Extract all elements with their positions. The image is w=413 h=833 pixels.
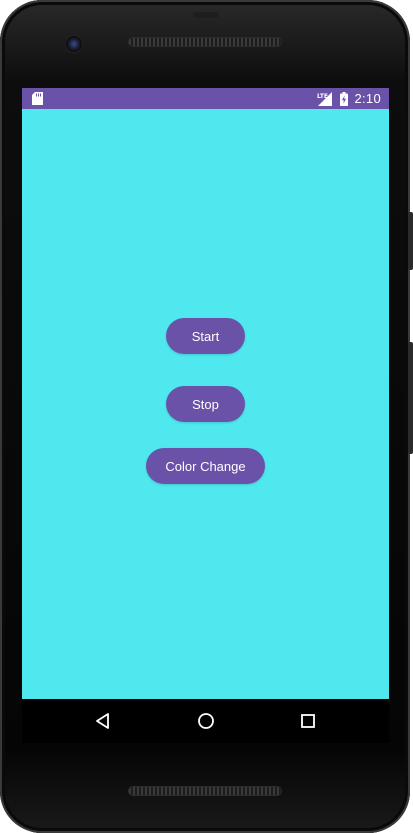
top-speaker-grille [129, 38, 281, 46]
phone-frame: LTE 2:10 Start Stop Color Change [0, 0, 413, 833]
status-icons: LTE 2:10 [317, 88, 381, 109]
stop-button[interactable]: Stop [166, 386, 245, 422]
status-bar: LTE 2:10 [22, 88, 389, 109]
battery-charging-icon [340, 91, 349, 106]
navigation-bar [22, 699, 389, 743]
start-button[interactable]: Start [166, 318, 245, 354]
home-icon[interactable] [196, 711, 216, 731]
main-content: Start Stop Color Change [22, 109, 389, 699]
bottom-speaker-grille [129, 787, 281, 795]
app-screen: LTE 2:10 Start Stop Color Change [22, 88, 389, 699]
status-time: 2:10 [354, 91, 381, 106]
lte-signal-icon: LTE [317, 91, 333, 106]
svg-text:LTE: LTE [317, 93, 328, 100]
recents-icon[interactable] [298, 711, 318, 731]
front-camera-icon [66, 36, 82, 52]
color-change-button[interactable]: Color Change [146, 448, 265, 484]
power-button[interactable] [408, 212, 413, 270]
sd-card-icon [32, 92, 43, 105]
volume-button[interactable] [408, 342, 413, 454]
top-sensor [193, 12, 219, 18]
back-icon[interactable] [93, 711, 113, 731]
